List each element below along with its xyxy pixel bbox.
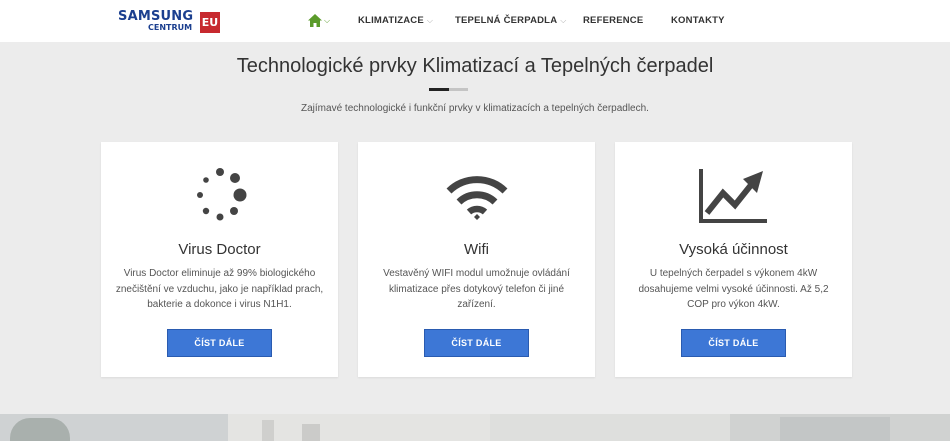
trending-up-chart-icon <box>615 167 852 225</box>
menu-item-label: KLIMATIZACE <box>358 15 424 26</box>
menu-item-reference[interactable]: REFERENCE <box>583 0 643 42</box>
spinner-icon <box>101 167 338 225</box>
card-title: Virus Doctor <box>178 241 261 258</box>
read-more-button[interactable]: ČÍST DÁLE <box>167 329 272 357</box>
footer-background-image <box>0 414 950 441</box>
section-title: Technologické prvky Klimatizací a Tepeln… <box>236 55 714 77</box>
home-icon[interactable] <box>308 14 322 27</box>
card-text: Vestavěný WIFI modul umožnuje ovládání k… <box>383 268 570 310</box>
menu-item-label: TEPELNÁ ČERPADLA <box>455 15 558 26</box>
read-more-button[interactable]: ČÍST DÁLE <box>424 329 529 357</box>
card-text: U tepelných čerpadel s výkonem 4kW dosah… <box>638 268 829 310</box>
logo-brand-text: SAMSUNG <box>118 9 194 24</box>
feature-card-vysoka-ucinnost: Vysoká účinnost U tepelných čerpadel s v… <box>615 142 852 377</box>
card-title: Wifi <box>464 241 489 258</box>
logo-sub-text: CENTRUM <box>148 23 193 32</box>
chevron-down-icon: ⌵ <box>324 16 331 25</box>
card-title: Vysoká účinnost <box>679 241 788 258</box>
wifi-icon <box>358 167 595 225</box>
menu-item-klimatizace[interactable]: KLIMATIZACE ⌵ <box>358 0 433 42</box>
menu-item-label: REFERENCE <box>583 15 644 26</box>
menu-item-kontakty[interactable]: KONTAKTY <box>671 0 725 42</box>
menu-item-label: KONTAKTY <box>671 15 725 26</box>
feature-card-virus-doctor: Virus Doctor Virus Doctor eliminuje až 9… <box>101 142 338 377</box>
feature-card-wifi: Wifi Vestavěný WIFI modul umožnuje ovlád… <box>358 142 595 377</box>
top-navigation-bar: SAMSUNG CENTRUM EU ⌵ KLIMATIZACE ⌵ TEPELN… <box>0 0 950 42</box>
chevron-down-icon: ⌵ <box>426 16 434 25</box>
samsung-centrum-logo[interactable]: SAMSUNG CENTRUM EU <box>118 10 222 34</box>
read-more-button[interactable]: ČÍST DÁLE <box>681 329 786 357</box>
card-text: Virus Doctor eliminuje až 99% biologické… <box>115 268 324 310</box>
chevron-down-icon: ⌵ <box>560 16 567 25</box>
menu-item-tepelna-cerpadla[interactable]: TEPELNÁ ČERPADLA ⌵ <box>455 0 567 42</box>
section-subtitle: Zajímavé technologické i funkční prvky v… <box>301 103 649 114</box>
title-divider <box>429 88 469 91</box>
logo-eu-badge: EU <box>200 12 220 33</box>
